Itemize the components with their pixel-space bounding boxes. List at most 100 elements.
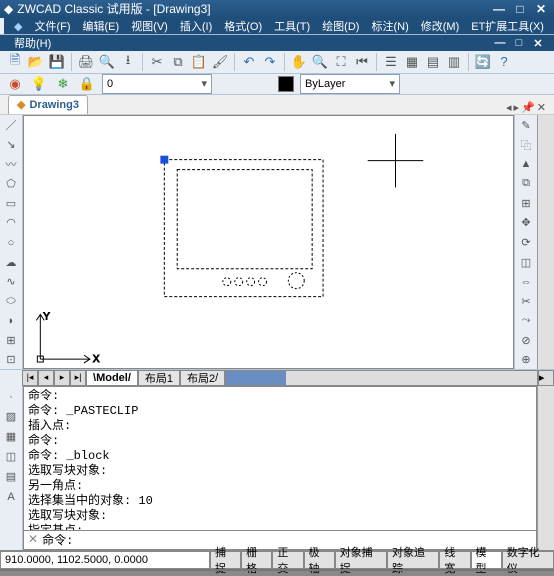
circle-icon[interactable]: ○ xyxy=(2,234,20,252)
tab-next-icon[interactable]: ▸ xyxy=(54,370,70,386)
status-线宽[interactable]: 线宽 xyxy=(439,551,470,569)
status-对象追踪[interactable]: 对象追踪 xyxy=(387,551,439,569)
zoom-window-icon[interactable]: ⛶ xyxy=(332,53,350,71)
xline-icon[interactable]: ↘ xyxy=(2,136,20,154)
mirror-icon[interactable]: ▲ xyxy=(517,156,535,174)
cmd-scrollbar[interactable] xyxy=(537,386,554,550)
close-button[interactable]: ✕ xyxy=(532,1,550,16)
menu-modify[interactable]: 修改(M) xyxy=(415,18,466,34)
mdi-minimize-button[interactable]: — xyxy=(492,36,508,50)
trim-icon[interactable]: ✂ xyxy=(517,292,535,310)
extend-icon[interactable]: ⤳ xyxy=(517,312,535,330)
menu-view[interactable]: 视图(V) xyxy=(125,18,174,34)
status-对象捕捉[interactable]: 对象捕捉 xyxy=(335,551,387,569)
table-icon[interactable]: ▤ xyxy=(2,468,20,486)
layer-manage-icon[interactable]: 💡 xyxy=(30,75,48,93)
join-icon[interactable]: ⊕ xyxy=(517,351,535,369)
pin-icon[interactable]: 📌 xyxy=(521,101,535,114)
status-模型[interactable]: 模型 xyxy=(471,551,502,569)
zoom-prev-icon[interactable]: ⏮ xyxy=(353,53,371,71)
mdi-close-button[interactable]: ✕ xyxy=(530,36,546,50)
design-center-icon[interactable]: ▦ xyxy=(403,53,421,71)
properties-icon[interactable]: ☰ xyxy=(382,53,400,71)
menu-file[interactable]: 文件(F) xyxy=(28,18,76,34)
save-icon[interactable]: 💾 xyxy=(48,53,66,71)
print-icon[interactable]: 🖨 xyxy=(77,53,95,71)
layout1-tab[interactable]: 布局1 xyxy=(138,370,180,386)
menu-et[interactable]: ET扩展工具(X) xyxy=(465,18,550,34)
drawing-canvas[interactable]: Y X xyxy=(23,115,514,369)
scale-icon[interactable]: ◫ xyxy=(517,253,535,271)
offset-icon[interactable]: ⧉ xyxy=(517,175,535,193)
region-icon[interactable]: ◫ xyxy=(2,448,20,466)
color-combo[interactable]: ByLayer ▾ xyxy=(300,74,400,94)
array-icon[interactable]: ⊞ xyxy=(517,195,535,213)
calc-icon[interactable]: ▥ xyxy=(445,53,463,71)
menu-insert[interactable]: 插入(I) xyxy=(174,18,218,34)
polygon-icon[interactable]: ⬠ xyxy=(2,175,20,193)
recover-icon[interactable]: 🔄 xyxy=(474,53,492,71)
preview-icon[interactable]: 🔍 xyxy=(98,53,116,71)
menu-tools[interactable]: 工具(T) xyxy=(268,18,316,34)
make-block-icon[interactable]: ⊡ xyxy=(2,351,20,369)
layout2-tab[interactable]: 布局2/ xyxy=(180,370,225,386)
copy-icon[interactable]: ⧉ xyxy=(169,53,187,71)
stretch-icon[interactable]: ⇔ xyxy=(517,273,535,291)
help-icon[interactable]: ? xyxy=(495,53,513,71)
model-tab[interactable]: \Model/ xyxy=(86,370,138,386)
scroll-right-icon[interactable]: ▸ xyxy=(538,370,554,386)
gradient-icon[interactable]: ▦ xyxy=(2,428,20,446)
text-icon[interactable]: A xyxy=(2,488,20,506)
tab-first-icon[interactable]: |◂ xyxy=(22,370,38,386)
mdi-restore-button[interactable]: □ xyxy=(511,36,527,50)
vertical-scrollbar[interactable] xyxy=(537,115,554,369)
tab-prev-icon[interactable]: ◂ xyxy=(38,370,54,386)
pline-icon[interactable]: 〰 xyxy=(2,156,20,174)
paste-icon[interactable]: 📋 xyxy=(190,53,208,71)
menu-window[interactable]: 窗口(W) xyxy=(550,18,554,34)
menu-format[interactable]: 格式(O) xyxy=(218,18,268,34)
tab-scroll-left-icon[interactable]: ◂ xyxy=(506,101,512,114)
rotate-icon[interactable]: ⟳ xyxy=(517,234,535,252)
horizontal-scrollbar[interactable] xyxy=(225,370,538,386)
status-极轴[interactable]: 极轴 xyxy=(304,551,335,569)
rectangle-icon[interactable]: ▭ xyxy=(2,195,20,213)
move-icon[interactable]: ✥ xyxy=(517,214,535,232)
open-icon[interactable]: 📂 xyxy=(27,53,45,71)
tool-palette-icon[interactable]: ▤ xyxy=(424,53,442,71)
layer-freeze-icon[interactable]: ❄ xyxy=(54,75,72,93)
hatch-icon[interactable]: ▨ xyxy=(2,408,20,426)
ellipse-arc-icon[interactable]: ◗ xyxy=(2,312,20,330)
tab-last-icon[interactable]: ▸| xyxy=(70,370,86,386)
status-捕捉[interactable]: 捕捉 xyxy=(210,551,241,569)
ellipse-icon[interactable]: ⬭ xyxy=(2,292,20,310)
document-tab[interactable]: ◆ Drawing3 xyxy=(8,95,88,114)
line-icon[interactable]: ／ xyxy=(2,117,20,135)
revcloud-icon[interactable]: ☁ xyxy=(2,253,20,271)
spline-icon[interactable]: ∿ xyxy=(2,273,20,291)
point-icon[interactable]: · xyxy=(2,388,20,406)
new-icon[interactable]: 🗎 xyxy=(6,53,24,71)
layer-lock-icon[interactable]: 🔒 xyxy=(78,75,96,93)
undo-icon[interactable]: ↶ xyxy=(240,53,258,71)
menu-dim[interactable]: 标注(N) xyxy=(365,18,414,34)
color-swatch[interactable] xyxy=(278,76,294,92)
layer-states-icon[interactable]: ◉ xyxy=(6,75,24,93)
status-数字化仪[interactable]: 数字化仪 xyxy=(502,551,554,569)
tab-scroll-right-icon[interactable]: ▸ xyxy=(514,101,520,114)
erase-icon[interactable]: ✎ xyxy=(517,117,535,135)
status-栅格[interactable]: 栅格 xyxy=(241,551,272,569)
break-icon[interactable]: ⊘ xyxy=(517,331,535,349)
tab-close-icon[interactable]: ✕ xyxy=(537,101,546,114)
match-icon[interactable]: 🖌 xyxy=(211,53,229,71)
publish-icon[interactable]: ⭳ xyxy=(119,53,137,71)
insert-block-icon[interactable]: ⊞ xyxy=(2,331,20,349)
maximize-button[interactable]: □ xyxy=(511,1,529,16)
status-正交[interactable]: 正交 xyxy=(272,551,303,569)
minimize-button[interactable]: — xyxy=(490,1,508,16)
arc-icon[interactable]: ◠ xyxy=(2,214,20,232)
pan-icon[interactable]: ✋ xyxy=(290,53,308,71)
cut-icon[interactable]: ✂ xyxy=(148,53,166,71)
layer-combo[interactable]: 0 ▾ xyxy=(102,74,212,94)
copy-obj-icon[interactable]: ⿻ xyxy=(517,136,535,154)
